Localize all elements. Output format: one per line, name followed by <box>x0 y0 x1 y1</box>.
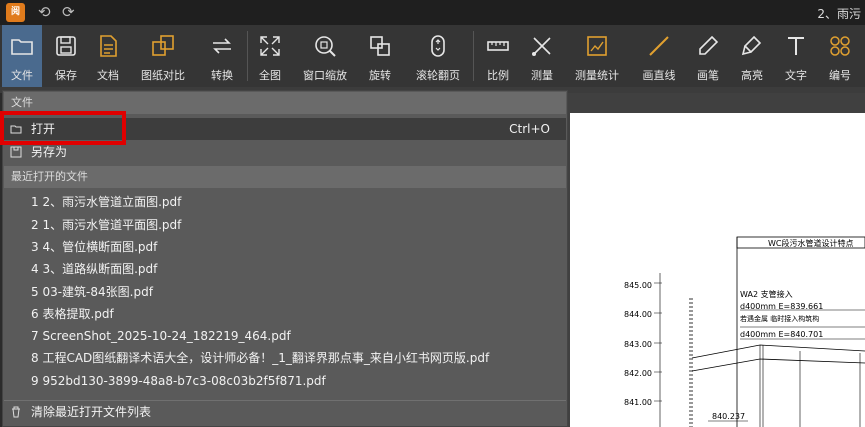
highlight-button[interactable]: 高亮 <box>734 25 770 87</box>
drawing-note-1: 若遇金属 临时接入构筑构 <box>740 314 819 323</box>
app-logo: 阅 <box>6 3 25 22</box>
numbering-button-label: 编号 <box>829 69 851 82</box>
compare-button-label: 图纸对比 <box>141 69 185 82</box>
zoom-window-icon <box>315 36 336 57</box>
elevation-label: 843.00 <box>624 340 652 349</box>
zoom-window-button[interactable]: 窗口缩放 <box>298 25 352 87</box>
redo-icon[interactable]: ⟳ <box>62 3 75 21</box>
open-shortcut: Ctrl+O <box>509 122 550 136</box>
numbering-icon <box>830 36 850 56</box>
zoom-window-button-label: 窗口缩放 <box>303 69 347 82</box>
elevation-label: 842.00 <box>624 369 652 378</box>
measure-button-label: 测量 <box>531 69 553 82</box>
elevation-label: 844.00 <box>624 310 652 319</box>
save-as-icon <box>10 146 22 158</box>
clear-recent-menu-item[interactable]: 清除最近打开文件列表 <box>4 401 566 423</box>
scale-button-label: 比例 <box>487 69 509 82</box>
compare-icon <box>152 35 174 56</box>
scale-button[interactable]: 比例 <box>480 25 516 87</box>
document-button[interactable]: 文档 <box>88 25 128 87</box>
wheel-page-button[interactable]: 滚轮翻页 <box>410 25 466 87</box>
main-toolbar: 文件 保存 文档 图纸对比 转换 全图 窗口缩放 旋转 滚轮翻页 比例 测量 测… <box>0 25 865 87</box>
rotate-button[interactable]: 旋转 <box>362 25 398 87</box>
recent-file-item[interactable]: 5 03-建筑-84张图.pdf <box>31 281 561 303</box>
text-icon <box>788 37 804 55</box>
measure-button[interactable]: 测量 <box>524 25 560 87</box>
convert-icon <box>213 38 231 54</box>
convert-button[interactable]: 转换 <box>202 25 242 87</box>
draw-line-button[interactable]: 画直线 <box>636 25 682 87</box>
highlight-icon <box>741 35 762 56</box>
measure-icon <box>532 37 551 56</box>
measure-stats-button[interactable]: 测量统计 <box>570 25 624 87</box>
document-title: 2、雨污 <box>817 7 861 21</box>
pen-button-label: 画笔 <box>697 69 719 82</box>
fullscreen-button-label: 全图 <box>259 69 281 82</box>
file-button-label: 文件 <box>11 69 33 82</box>
pen-icon <box>699 35 719 55</box>
recent-file-item[interactable]: 4 3、道路纵断面图.pdf <box>31 258 561 280</box>
trash-icon <box>12 406 20 418</box>
compare-button[interactable]: 图纸对比 <box>136 25 190 87</box>
drawing-spec-1: d400mm E=839.661 <box>740 302 823 311</box>
rotate-button-label: 旋转 <box>369 69 391 82</box>
elevation-label: 845.00 <box>624 281 652 290</box>
drawing-item-a: WA2 支管接入 <box>740 289 793 299</box>
toolbar-separator <box>247 31 248 81</box>
recent-file-item[interactable]: 6 表格提取.pdf <box>31 303 561 325</box>
folder-icon <box>11 39 33 55</box>
measure-stats-button-label: 测量统计 <box>575 69 619 82</box>
document-button-label: 文档 <box>97 69 119 82</box>
cad-drawing-page[interactable]: WC段污水管道设计特点 WA2 支管接入 d400mm E=839.661 若遇… <box>570 113 865 427</box>
draw-line-button-label: 画直线 <box>642 69 676 82</box>
clear-recent-label: 清除最近打开文件列表 <box>31 405 152 419</box>
numbering-button[interactable]: 编号 <box>822 25 858 87</box>
convert-button-label: 转换 <box>211 69 233 82</box>
point-label: 840.237 <box>712 412 745 421</box>
ruler-icon <box>487 41 509 51</box>
undo-icon[interactable]: ⟲ <box>38 3 51 21</box>
red-highlight-box <box>0 111 126 145</box>
fullscreen-button[interactable]: 全图 <box>252 25 288 87</box>
rotate-icon <box>370 36 390 56</box>
measure-stats-icon <box>587 36 607 56</box>
recent-file-item[interactable]: 1 2、雨污水管道立面图.pdf <box>31 191 561 213</box>
cad-drawing: WC段污水管道设计特点 WA2 支管接入 d400mm E=839.661 若遇… <box>624 113 865 427</box>
recent-files-header: 最近打开的文件 <box>4 166 566 188</box>
mouse-wheel-icon <box>431 35 445 57</box>
line-icon <box>649 36 669 56</box>
wheel-page-button-label: 滚轮翻页 <box>416 69 460 82</box>
highlight-button-label: 高亮 <box>741 69 763 82</box>
file-button[interactable]: 文件 <box>2 25 42 87</box>
recent-file-item[interactable]: 3 4、管位横断面图.pdf <box>31 236 561 258</box>
drawing-spec-2: d400mm E=840.701 <box>740 330 823 339</box>
elevation-label: 841.00 <box>624 398 652 407</box>
text-button[interactable]: 文字 <box>778 25 814 87</box>
toolbar-separator <box>473 31 474 81</box>
document-icon <box>100 35 117 57</box>
save-button[interactable]: 保存 <box>46 25 86 87</box>
save-button-label: 保存 <box>55 69 77 82</box>
fullscreen-icon <box>260 36 280 56</box>
text-button-label: 文字 <box>785 69 807 82</box>
title-bar: 阅 ⟲ ⟳ 2、雨污 <box>0 0 865 25</box>
recent-file-item[interactable]: 8 工程CAD图纸翻译术语大全，设计师必备！_1_翻译界那点事_来自小红书网页版… <box>31 347 561 369</box>
save-icon <box>56 36 76 56</box>
recent-file-item[interactable]: 2 1、雨污水管道平面图.pdf <box>31 214 561 236</box>
drawing-heading: WC段污水管道设计特点 <box>768 238 854 248</box>
recent-file-item[interactable]: 7 ScreenShot_2025-10-24_182219_464.pdf <box>31 325 561 347</box>
pen-button[interactable]: 画笔 <box>690 25 726 87</box>
recent-file-item[interactable]: 9 952bd130-3899-48a8-b7c3-08c03b2f5f871.… <box>31 370 561 392</box>
